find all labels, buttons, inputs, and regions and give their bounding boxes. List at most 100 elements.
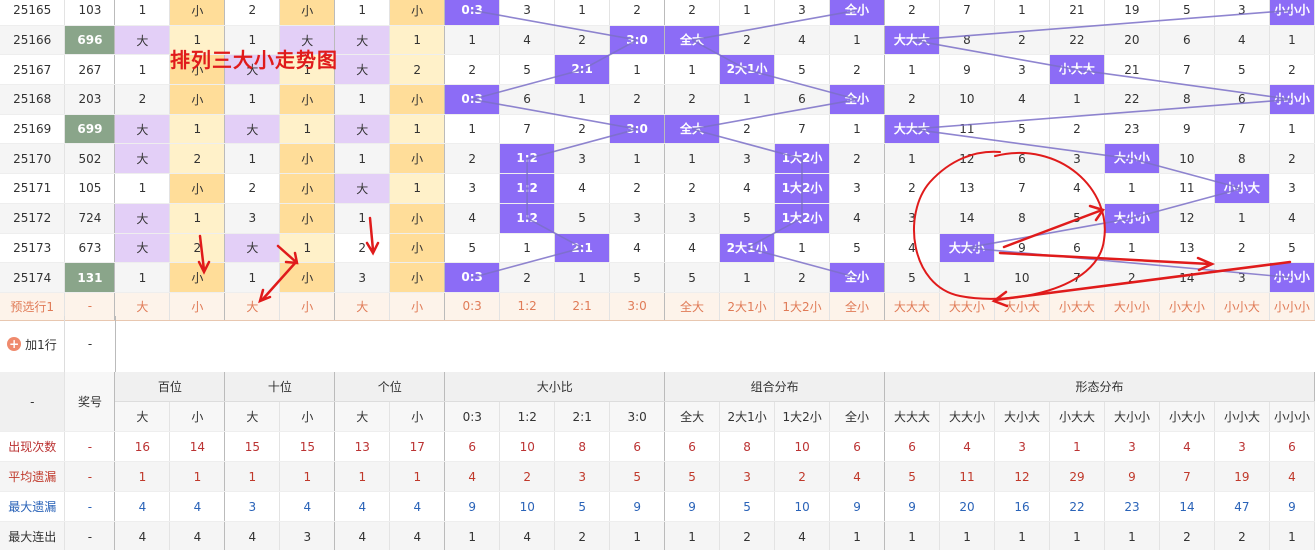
- hundreds-cell: 1: [114, 262, 171, 293]
- form-cell: 2: [884, 173, 940, 204]
- hundreds-cell: 小: [169, 0, 226, 26]
- ones-cell: 小: [389, 233, 446, 264]
- hundreds-cell: 2: [169, 233, 226, 264]
- combo-ball: 全大: [665, 25, 719, 54]
- ratio-cell: 3: [444, 173, 501, 204]
- ratio-ball: 0:3: [445, 263, 499, 292]
- hundreds-cell: 2: [114, 84, 171, 115]
- stats-value: 10: [774, 431, 831, 462]
- stats-value: 3: [224, 491, 281, 522]
- stats-value: 19: [1214, 461, 1270, 492]
- stats-value: 4: [169, 521, 226, 550]
- form-cell: 1: [884, 54, 940, 86]
- stats-value: 1: [444, 521, 501, 550]
- award-code: 103: [64, 0, 116, 26]
- stats-value: 1: [224, 461, 281, 492]
- hundreds-cell: 小: [169, 84, 226, 115]
- stats-value: 2: [1159, 521, 1215, 550]
- combo-cell: 2: [664, 0, 720, 26]
- ones-cell: 小: [389, 84, 446, 115]
- stats-row: 最大遗漏 -4 4 3 4 4 4 9 10 5 9 9 5 10 9 9 20 16 22 23 14 47 9: [0, 491, 1315, 522]
- ratio-cell: 2: [609, 173, 666, 204]
- stats-value: 4: [389, 521, 446, 550]
- stats-value: 11: [939, 461, 996, 492]
- ratio-cell: 5: [609, 262, 666, 293]
- stats-sub-title: 大大小: [939, 401, 996, 432]
- form-cell: 6: [1159, 25, 1215, 56]
- stats-value: 29: [1049, 461, 1105, 492]
- stats-value: 12: [994, 461, 1050, 492]
- stats-value: 1: [1049, 521, 1105, 550]
- ratio-cell: 1: [609, 54, 666, 86]
- form-cell: 10: [939, 84, 995, 115]
- stats-group-title: 百位: [114, 372, 226, 402]
- ratio-cell: 0:3: [444, 262, 501, 293]
- ratio-cell: 2: [554, 25, 611, 56]
- form-cell: 3: [1214, 0, 1270, 26]
- form-cell: 2: [1104, 262, 1160, 293]
- statistics-table: - 奖号 百位 十位 个位 大小比 组合分布 形态分布大小大小大小 0:3 1:2 2:1 3:0 全大…: [0, 372, 1315, 550]
- stats-value: 4: [774, 521, 831, 550]
- stats-value: 4: [1269, 461, 1315, 492]
- combo-ball: 全小: [829, 0, 884, 25]
- form-cell: 1: [884, 143, 940, 175]
- form-cell: 2: [884, 0, 940, 26]
- stats-value: 2: [719, 521, 776, 550]
- form-cell: 小小小: [1269, 0, 1315, 26]
- combo-cell: 1: [719, 0, 775, 26]
- combo-cell: 全大: [664, 114, 720, 145]
- add-row-button[interactable]: + 加1行: [0, 316, 65, 372]
- form-cell: 4: [1049, 173, 1105, 204]
- stats-row: 出现次数 -16 14 15 15 13 17 6 10 8 6 6 8 10 6 6 4 3 1 3 4 3 6: [0, 431, 1315, 462]
- form-cell: 21: [1104, 54, 1160, 86]
- form-cell: 7: [1214, 114, 1270, 145]
- stats-sub-header: 大小大小大小 0:3 1:2 2:1 3:0 全大 2大1小 1大2小 全小 大大大 大大小 大小大小…: [0, 401, 1315, 432]
- stats-value: 4: [389, 491, 446, 522]
- stats-value: 4: [114, 521, 171, 550]
- combo-ball: 2大1小: [720, 55, 774, 84]
- form-cell: 2: [1269, 143, 1315, 175]
- stats-group-title: 形态分布: [884, 372, 1315, 402]
- stats-row-dash: -: [64, 491, 116, 522]
- stats-value: 13: [334, 431, 391, 462]
- tens-cell: 小: [279, 262, 336, 293]
- issue-number: 25166: [0, 25, 66, 56]
- award-code: 203: [64, 84, 116, 115]
- combo-cell: 3: [664, 203, 720, 234]
- ones-cell: 2: [334, 233, 391, 264]
- form-ball: 小大大: [1049, 55, 1104, 84]
- issue-number: 25173: [0, 233, 66, 264]
- form-cell: 13: [939, 173, 995, 204]
- add-row-bar: + 加1行 -: [0, 316, 1315, 373]
- award-code: 131: [64, 262, 116, 293]
- form-cell: 1: [1049, 84, 1105, 115]
- form-cell: 小小小: [1269, 262, 1315, 293]
- ratio-cell: 3:0: [609, 25, 666, 56]
- stats-value: 5: [664, 461, 721, 492]
- ratio-cell: 1: [444, 25, 501, 56]
- form-cell: 7: [939, 0, 995, 26]
- issue-number: 25172: [0, 203, 66, 234]
- tens-cell: 小: [279, 84, 336, 115]
- stats-group-title: 个位: [334, 372, 446, 402]
- stats-row-label: 最大遗漏: [0, 491, 66, 522]
- ones-cell: 2: [389, 54, 446, 86]
- table-row: 25174 131 1 小 1 小 3 小 0:3 2 1 5 5 1 2 全小 5 1 10 7 2 14 3 小小小: [0, 262, 1315, 293]
- combo-cell: 4: [774, 25, 830, 56]
- form-ball: 小小小: [1269, 85, 1314, 114]
- stats-sub-title: 全小: [829, 401, 886, 432]
- stats-corner: -: [0, 372, 66, 432]
- form-ball: 小小小: [1269, 0, 1314, 25]
- hundreds-cell: 1: [169, 203, 226, 234]
- combo-cell: 2大1小: [719, 54, 775, 86]
- award-code: 267: [64, 54, 116, 86]
- stats-sub-title: 大小大: [994, 401, 1050, 432]
- issue-number: 25169: [0, 114, 66, 145]
- form-cell: 20: [1104, 25, 1160, 56]
- award-code: 724: [64, 203, 116, 234]
- ratio-cell: 2: [554, 114, 611, 145]
- combo-ball: 1大2小: [774, 174, 829, 203]
- combo-cell: 4: [719, 173, 775, 204]
- stats-sub-title: 小: [389, 401, 446, 432]
- combo-cell: 1大2小: [774, 203, 830, 234]
